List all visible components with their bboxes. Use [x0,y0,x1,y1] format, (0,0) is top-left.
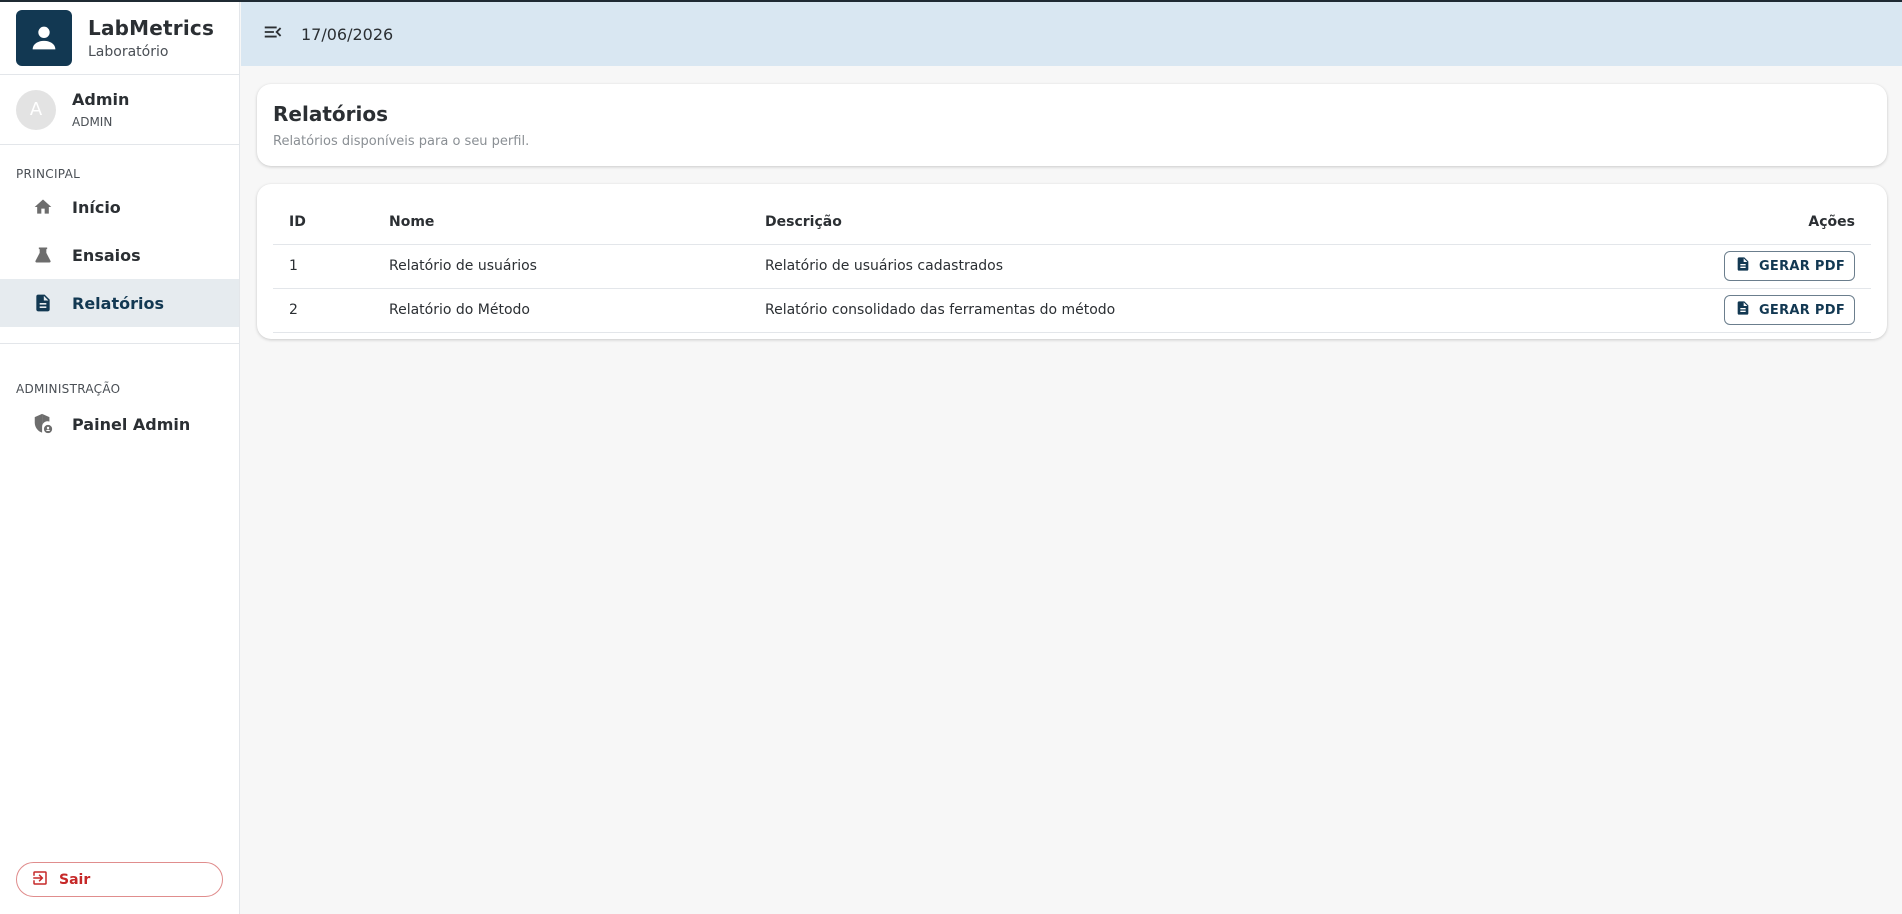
brand-logo-icon [16,10,72,66]
cell-name: Relatório do Método [373,288,749,333]
sidebar-divider [0,343,239,344]
pdf-document-icon [1735,300,1751,320]
sidebar-item-inicio[interactable]: Início [0,183,239,231]
sidebar-item-label: Início [72,197,121,217]
generate-pdf-button[interactable]: GERAR PDF [1723,295,1855,325]
topbar: 17/06/2026 [241,2,1902,66]
column-header-name: Nome [373,200,749,245]
sidebar: LabMetrics Laboratório A Admin ADMIN PRI… [0,2,240,914]
cell-id: 1 [273,244,373,289]
sidebar-item-ensaios[interactable]: Ensaios [0,231,239,279]
page-header-card: Relatórios Relatórios disponíveis para o… [257,84,1887,166]
sidebar-item-painel-admin[interactable]: Painel Admin [0,400,239,448]
menu-open-icon [262,21,284,47]
column-header-id: ID [273,200,373,245]
sidebar-item-relatorios[interactable]: Relatórios [0,279,239,327]
logout-label: Sair [59,871,91,888]
table-row: 2 Relatório do Método Relatório consolid… [273,288,1871,333]
section-label-principal: PRINCIPAL [16,167,81,181]
page-subtitle: Relatórios disponíveis para o seu perfil… [273,134,530,149]
home-icon [32,196,54,218]
page-title: Relatórios [273,102,388,126]
table-row: 1 Relatório de usuários Relatório de usu… [273,244,1871,289]
pdf-document-icon [1735,256,1751,276]
admin-shield-icon [32,413,54,435]
user-profile: A Admin ADMIN [0,75,239,145]
generate-pdf-label: GERAR PDF [1758,258,1845,274]
table-header-row: ID Nome Descrição Ações [273,200,1871,245]
cell-actions: GERAR PDF [1525,288,1871,333]
menu-collapse-button[interactable] [261,22,285,46]
cell-id: 2 [273,288,373,333]
document-icon [32,292,54,314]
flask-icon [32,244,54,266]
logout-icon [31,869,49,891]
avatar: A [16,89,56,130]
cell-name: Relatório de usuários [373,244,749,289]
column-header-actions: Ações [1525,200,1871,245]
user-name: Admin [72,90,130,109]
cell-description: Relatório consolidado das ferramentas do… [749,288,1526,333]
cell-actions: GERAR PDF [1525,244,1871,289]
logout-button[interactable]: Sair [16,862,223,897]
sidebar-item-label: Painel Admin [72,414,191,434]
current-date: 17/06/2026 [301,24,394,44]
generate-pdf-label: GERAR PDF [1758,302,1845,318]
app-subtitle: Laboratório [88,44,169,60]
reports-table: ID Nome Descrição Ações 1 Relatório de u… [273,200,1871,333]
brand: LabMetrics Laboratório [0,2,239,75]
app-title: LabMetrics [88,16,215,40]
user-role: ADMIN [72,115,113,129]
section-label-administracao: ADMINISTRAÇÃO [16,382,121,396]
cell-description: Relatório de usuários cadastrados [749,244,1526,289]
column-header-description: Descrição [749,200,1526,245]
sidebar-item-label: Ensaios [72,245,141,265]
reports-table-card: ID Nome Descrição Ações 1 Relatório de u… [257,184,1887,339]
generate-pdf-button[interactable]: GERAR PDF [1723,251,1855,281]
sidebar-item-label: Relatórios [72,293,164,313]
